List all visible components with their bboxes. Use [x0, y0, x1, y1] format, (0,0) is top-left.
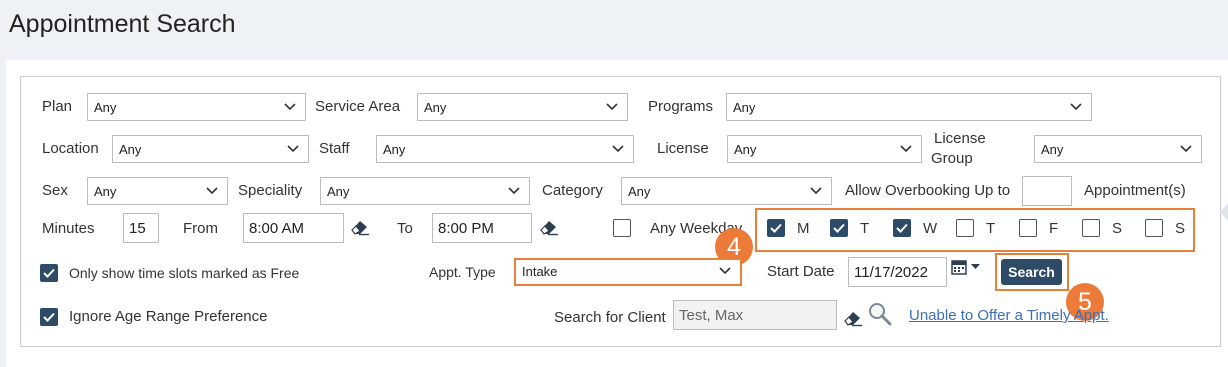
programs-select[interactable]: Any	[726, 93, 1092, 121]
weekday-checkbox[interactable]	[1145, 219, 1163, 237]
category-label: Category	[542, 182, 603, 199]
check-icon	[833, 223, 845, 233]
search-client-label: Search for Client	[554, 309, 666, 326]
page-title: Appointment Search	[9, 10, 236, 38]
license-select[interactable]: Any	[727, 135, 922, 163]
appt-type-select[interactable]: Intake	[516, 260, 740, 284]
chevron-down-icon	[810, 187, 822, 195]
scroll-indicator	[1220, 203, 1228, 221]
sex-label: Sex	[42, 182, 68, 199]
weekday-checkbox[interactable]	[767, 219, 785, 237]
service-area-select-value: Any	[424, 100, 447, 115]
staff-label: Staff	[319, 140, 350, 157]
license-group-select-value: Any	[1041, 142, 1064, 157]
service-area-label: Service Area	[315, 98, 401, 115]
weekday-label: T	[986, 220, 996, 237]
weekday-label: S	[1112, 220, 1123, 237]
weekday-label: S	[1175, 220, 1186, 237]
chevron-down-icon	[287, 145, 299, 153]
magnifier-icon[interactable]	[868, 302, 892, 326]
unable-to-offer-link[interactable]: Unable to Offer a Timely Appt.	[909, 307, 1109, 324]
any-weekday-checkbox[interactable]	[613, 219, 631, 237]
service-area-select[interactable]: Any	[417, 93, 628, 121]
chevron-down-icon	[606, 103, 618, 111]
license-group-label-line2: Group	[931, 150, 973, 167]
client-search-input[interactable]: Test, Max	[673, 300, 837, 330]
programs-select-value: Any	[733, 100, 756, 115]
free-slots-label: Only show time slots marked as Free	[69, 265, 300, 281]
chevron-down-icon	[284, 103, 296, 111]
chevron-down-icon	[612, 145, 624, 153]
weekday-checkbox[interactable]	[1019, 219, 1037, 237]
chevron-down-icon	[1180, 145, 1192, 153]
minutes-label: Minutes	[42, 220, 95, 237]
eraser-icon[interactable]	[350, 218, 370, 236]
check-icon	[770, 223, 782, 233]
weekday-label: F	[1049, 220, 1059, 237]
programs-label: Programs	[648, 98, 714, 115]
license-select-value: Any	[734, 142, 757, 157]
weekday-checkbox[interactable]	[893, 219, 911, 237]
ignore-age-label: Ignore Age Range Preference	[69, 308, 268, 325]
overbooking-label: Allow Overbooking Up to	[845, 182, 1011, 199]
chevron-down-icon	[900, 145, 912, 153]
calendar-icon[interactable]	[951, 259, 981, 275]
location-select-value: Any	[119, 142, 142, 157]
appt-type-select-value: Intake	[522, 264, 558, 279]
chevron-down-icon	[719, 267, 731, 275]
chevron-down-icon	[508, 187, 520, 195]
start-date-input[interactable]: 11/17/2022	[848, 257, 947, 287]
plan-select[interactable]: Any	[87, 93, 306, 121]
overbooking-input[interactable]	[1022, 176, 1072, 206]
weekday-checkbox[interactable]	[830, 219, 848, 237]
speciality-select-value: Any	[327, 184, 350, 199]
eraser-icon[interactable]	[843, 309, 863, 327]
license-group-select[interactable]: Any	[1034, 135, 1202, 163]
from-time-input[interactable]: 8:00 AM	[243, 213, 344, 243]
weekday-checkbox[interactable]	[956, 219, 974, 237]
location-select[interactable]: Any	[112, 135, 309, 163]
to-label: To	[397, 220, 413, 237]
start-date-label: Start Date	[767, 263, 835, 280]
from-label: From	[183, 220, 218, 237]
weekday-label: M	[797, 220, 810, 237]
check-icon	[896, 223, 908, 233]
plan-label: Plan	[42, 98, 73, 115]
category-select[interactable]: Any	[621, 177, 832, 205]
sex-select[interactable]: Any	[87, 177, 228, 205]
check-icon	[43, 268, 55, 278]
weekday-highlight	[755, 208, 1195, 252]
location-label: Location	[42, 140, 99, 157]
chevron-down-icon	[1070, 103, 1082, 111]
sex-select-value: Any	[94, 184, 117, 199]
license-label: License	[657, 140, 709, 157]
category-select-value: Any	[628, 184, 651, 199]
weekday-label: T	[860, 220, 870, 237]
search-button[interactable]: Search	[1001, 259, 1062, 285]
ignore-age-checkbox[interactable]	[40, 308, 58, 326]
free-slots-checkbox[interactable]	[40, 264, 58, 282]
staff-select-value: Any	[383, 142, 406, 157]
appointments-label: Appointment(s)	[1084, 182, 1186, 199]
appt-type-label: Appt. Type	[429, 264, 496, 280]
plan-select-value: Any	[94, 100, 117, 115]
weekday-checkbox[interactable]	[1082, 219, 1100, 237]
license-group-label-line1: License	[934, 130, 986, 147]
staff-select[interactable]: Any	[376, 135, 634, 163]
minutes-input[interactable]: 15	[123, 213, 159, 243]
to-time-input[interactable]: 8:00 PM	[432, 213, 532, 243]
speciality-select[interactable]: Any	[320, 177, 530, 205]
weekday-label: W	[923, 220, 938, 237]
chevron-down-icon	[206, 187, 218, 195]
eraser-icon[interactable]	[539, 218, 559, 236]
check-icon	[43, 312, 55, 322]
speciality-label: Speciality	[238, 182, 303, 199]
